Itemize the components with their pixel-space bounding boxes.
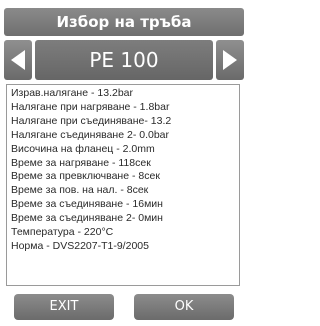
param-heating-time: Време за нагряване - 118сек <box>11 156 151 169</box>
param-joining-time: Време за съединяване - 16мин <box>11 198 163 211</box>
param-changeover-time: Време за превключване - 8сек <box>11 170 160 183</box>
right-triangle-icon <box>223 50 237 70</box>
pipe-selector: PE 100 <box>4 40 244 80</box>
param-joining-time-2: Време за съединяване 2- 0мин <box>11 212 163 225</box>
pipe-type-value: PE 100 <box>35 40 213 80</box>
param-temperature: Температура - 220°C <box>11 226 114 239</box>
param-joining-pressure-2: Налягане съединяване 2- 0.0bar <box>11 128 170 141</box>
pipe-selection-screen: Избор на тръба PE 100 Израв.налягане - 1… <box>0 0 248 326</box>
ok-button[interactable]: OK <box>134 294 234 320</box>
param-standard: Норма - DVS2207-T1-9/2005 <box>11 239 149 252</box>
next-pipe-button[interactable] <box>216 40 244 80</box>
param-joining-pressure: Налягане при съединяване- 13.2 <box>11 114 172 127</box>
param-bead-height: Височина на фланец - 2.0mm <box>11 142 155 155</box>
param-heating-pressure: Налягане при нагряване - 1.8bar <box>11 100 170 113</box>
exit-button[interactable]: EXIT <box>14 294 114 320</box>
param-pressure-buildup-time: Време за пов. на нал. - 8сек <box>11 184 149 197</box>
param-pressure-equalization: Израв.налягане - 13.2bar <box>11 87 134 99</box>
left-triangle-icon <box>11 50 25 70</box>
page-title: Избор на тръба <box>4 8 244 36</box>
parameters-panel: Израв.налягане - 13.2bar Налягане при на… <box>6 84 240 286</box>
previous-pipe-button[interactable] <box>4 40 32 80</box>
